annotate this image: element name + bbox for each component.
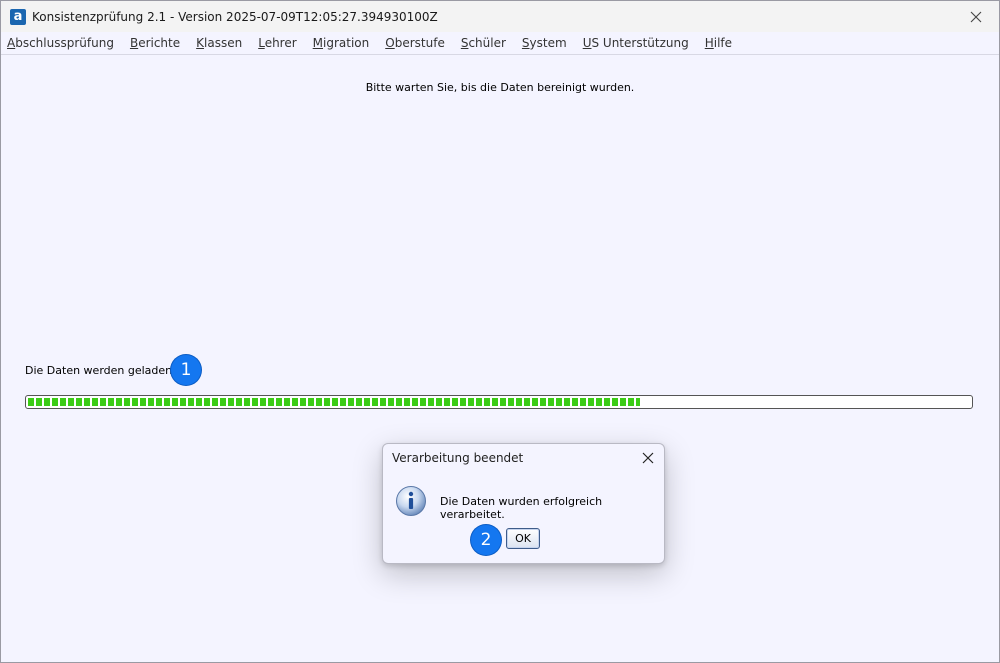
info-icon <box>396 486 426 516</box>
dialog-message: Die Daten wurden erfolgreich verarbeitet… <box>440 495 603 521</box>
progress-fill <box>28 398 640 406</box>
info-dialog: Verarbeitung beendet Die Daten wurden er… <box>382 443 665 564</box>
window-close-button[interactable] <box>953 1 999 32</box>
menu-migration[interactable]: Migration <box>313 36 370 50</box>
menu-us-unterstuetzung[interactable]: US Unterstützung <box>583 36 689 50</box>
close-icon <box>642 452 654 464</box>
menu-abschlusspruefung[interactable]: Abschlussprüfung <box>7 36 114 50</box>
menu-bar: Abschlussprüfung Berichte Klassen Lehrer… <box>1 32 999 55</box>
step-badge-2: 2 <box>471 525 501 555</box>
window-title: Konsistenzprüfung 2.1 - Version 2025-07-… <box>32 9 438 24</box>
close-icon <box>970 11 982 22</box>
menu-klassen[interactable]: Klassen <box>196 36 242 50</box>
menu-hilfe[interactable]: Hilfe <box>705 36 732 50</box>
wait-message: Bitte warten Sie, bis die Daten bereinig… <box>365 81 635 94</box>
status-label: Die Daten werden geladen. <box>25 364 176 377</box>
ok-button[interactable]: OK <box>506 528 540 549</box>
dialog-title: Verarbeitung beendet <box>392 451 524 465</box>
menu-oberstufe[interactable]: Oberstufe <box>385 36 445 50</box>
menu-berichte[interactable]: Berichte <box>130 36 180 50</box>
step-badge-1: 1 <box>171 355 201 385</box>
main-content: Bitte warten Sie, bis die Daten bereinig… <box>1 55 999 662</box>
progress-bar <box>25 395 973 409</box>
menu-system[interactable]: System <box>522 36 567 50</box>
app-window: a Konsistenzprüfung 2.1 - Version 2025-0… <box>0 0 1000 663</box>
app-icon: a <box>10 8 26 25</box>
title-bar: a Konsistenzprüfung 2.1 - Version 2025-0… <box>1 1 999 32</box>
menu-schueler[interactable]: Schüler <box>461 36 506 50</box>
dialog-close-button[interactable] <box>636 447 660 469</box>
menu-lehrer[interactable]: Lehrer <box>258 36 296 50</box>
